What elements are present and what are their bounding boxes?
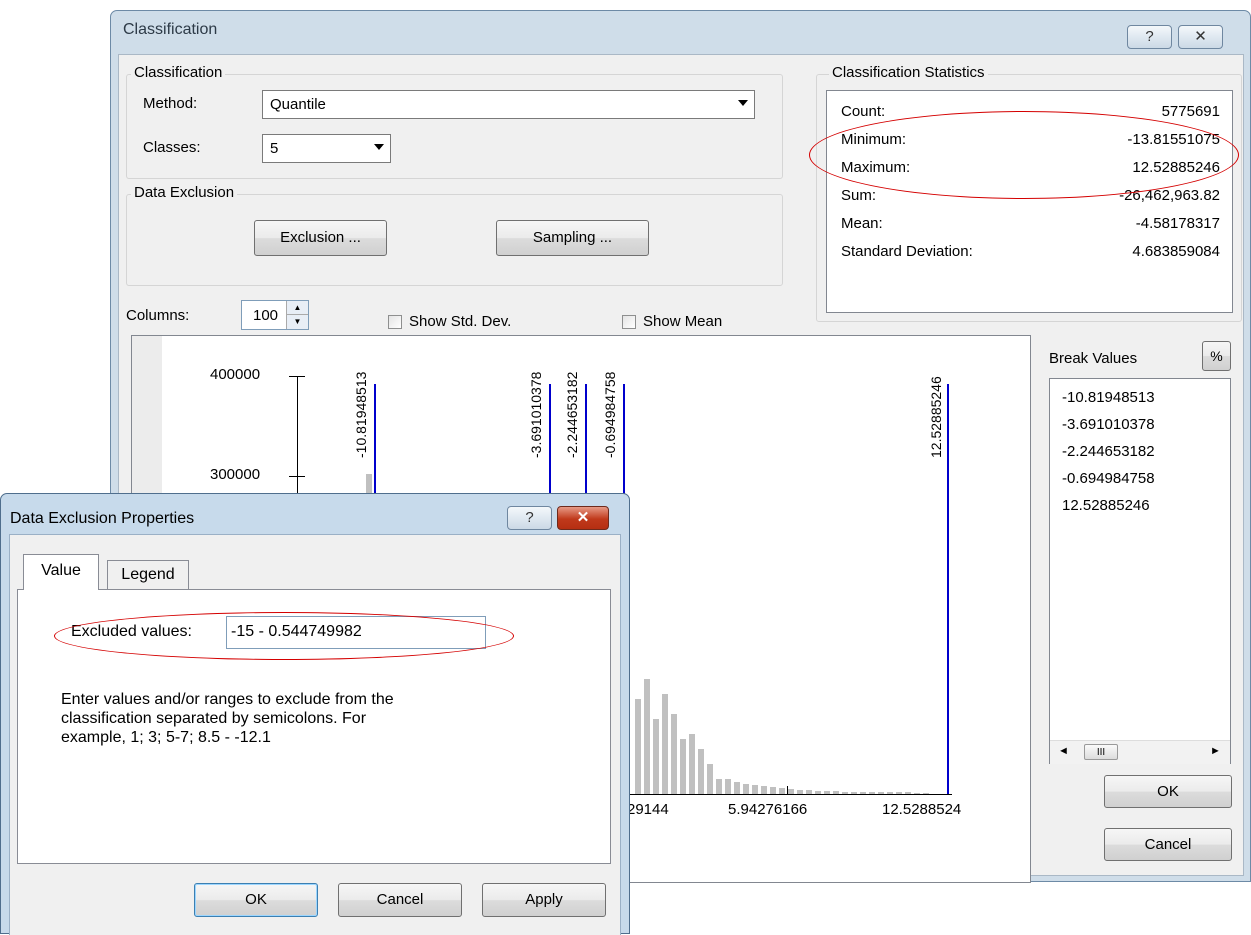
classes-dropdown[interactable]: 5	[262, 134, 391, 163]
exclusion-button[interactable]: Exclusion ...	[254, 220, 387, 256]
show-std-dev-label: Show Std. Dev.	[409, 313, 512, 330]
cancel-button[interactable]: Cancel	[1104, 828, 1232, 861]
histogram-bar	[725, 779, 731, 794]
histogram-bar	[671, 714, 677, 794]
break-label: -0.694984758	[602, 371, 618, 458]
x-tick	[787, 786, 788, 795]
window-title: Classification	[123, 21, 218, 38]
show-std-dev-checkbox[interactable]	[388, 315, 402, 329]
scroll-left-icon[interactable]: ◄	[1058, 745, 1069, 757]
help-text-line-1: Enter values and/or ranges to exclude fr…	[61, 691, 394, 708]
classification-group-title: Classification	[131, 64, 226, 81]
histogram-bar	[644, 679, 650, 794]
break-value-item[interactable]: -2.244653182	[1062, 443, 1155, 460]
spinner-down-icon[interactable]: ▼	[286, 315, 308, 329]
break-value-item[interactable]: -0.694984758	[1062, 470, 1155, 487]
break-values-list[interactable]: -10.81948513 -3.691010378 -2.244653182 -…	[1049, 378, 1231, 764]
ok-button[interactable]: OK	[194, 883, 318, 917]
histogram-bars	[635, 336, 955, 794]
break-label: -10.81948513	[353, 371, 369, 458]
x-tick-label: 12.5288524	[882, 801, 962, 818]
show-mean-label: Show Mean	[643, 313, 723, 330]
y-tick-label-400000: 400000	[210, 366, 261, 383]
histogram-bar	[680, 739, 686, 794]
columns-value: 100	[253, 307, 279, 324]
x-tick-label: 29144	[627, 801, 669, 818]
method-dropdown[interactable]: Quantile	[262, 90, 755, 119]
histogram-bar	[707, 764, 713, 794]
tab-legend[interactable]: Legend	[107, 560, 189, 590]
cancel-button[interactable]: Cancel	[338, 883, 462, 917]
chevron-down-icon	[738, 100, 748, 106]
close-button[interactable]: ✕	[557, 506, 609, 530]
histogram-bar	[653, 719, 659, 794]
method-value: Quantile	[270, 96, 326, 113]
classes-label: Classes:	[143, 139, 201, 156]
columns-spinner[interactable]: 100 ▲ ▼	[241, 300, 309, 330]
y-tick	[289, 376, 305, 377]
stat-row-std-dev: Standard Deviation: 4.683859084	[841, 243, 1220, 260]
histogram-bar	[734, 782, 740, 794]
histogram-bar	[698, 749, 704, 794]
classes-value: 5	[270, 140, 279, 157]
data-exclusion-dialog: Data Exclusion Properties ? ✕ Value Lege…	[0, 493, 630, 935]
statistics-group-title: Classification Statistics	[829, 64, 988, 81]
y-tick	[289, 476, 305, 477]
data-exclusion-group-title: Data Exclusion	[131, 184, 238, 201]
help-button[interactable]: ?	[1127, 25, 1172, 49]
close-button[interactable]: ✕	[1178, 25, 1223, 49]
histogram-bar	[716, 779, 722, 794]
histogram-bar	[761, 786, 767, 794]
scroll-right-icon[interactable]: ►	[1210, 745, 1221, 757]
histogram-bar	[662, 694, 668, 794]
sampling-button[interactable]: Sampling ...	[496, 220, 649, 256]
horizontal-scrollbar[interactable]: ◄ III ►	[1050, 740, 1230, 764]
break-label: -3.691010378	[528, 371, 544, 458]
spinner-up-icon[interactable]: ▲	[286, 301, 308, 315]
histogram-bar	[770, 787, 776, 794]
break-label: -2.244653182	[564, 371, 580, 458]
data-exclusion-group	[126, 194, 783, 286]
percent-button[interactable]: %	[1202, 341, 1231, 371]
stat-row-mean: Mean: -4.58178317	[841, 215, 1220, 232]
dialog-title: Data Exclusion Properties	[10, 510, 195, 527]
method-label: Method:	[143, 95, 198, 112]
break-values-label: Break Values	[1049, 350, 1138, 367]
tab-value[interactable]: Value	[23, 554, 99, 590]
x-tick-label: 5.94276166	[728, 801, 808, 818]
columns-label: Columns:	[126, 307, 190, 324]
histogram-bar	[752, 785, 758, 794]
ok-button[interactable]: OK	[1104, 775, 1232, 808]
break-value-item[interactable]: -10.81948513	[1062, 389, 1155, 406]
help-text-line-2: classification separated by semicolons. …	[61, 710, 367, 727]
help-button[interactable]: ?	[507, 506, 552, 530]
chevron-down-icon	[374, 144, 384, 150]
histogram-bar	[635, 699, 641, 794]
break-value-item[interactable]: 12.52885246	[1062, 497, 1150, 514]
show-mean-checkbox[interactable]	[622, 315, 636, 329]
help-text-line-3: example, 1; 3; 5-7; 8.5 - -12.1	[61, 729, 271, 746]
min-max-highlight	[809, 111, 1239, 199]
excluded-values-highlight	[54, 612, 514, 660]
scroll-thumb[interactable]: III	[1084, 744, 1118, 760]
y-tick-label-300000: 300000	[210, 466, 261, 483]
x-axis-line	[612, 794, 952, 795]
break-value-item[interactable]: -3.691010378	[1062, 416, 1155, 433]
histogram-bar	[689, 734, 695, 794]
apply-button[interactable]: Apply	[482, 883, 606, 917]
histogram-bar	[743, 784, 749, 794]
